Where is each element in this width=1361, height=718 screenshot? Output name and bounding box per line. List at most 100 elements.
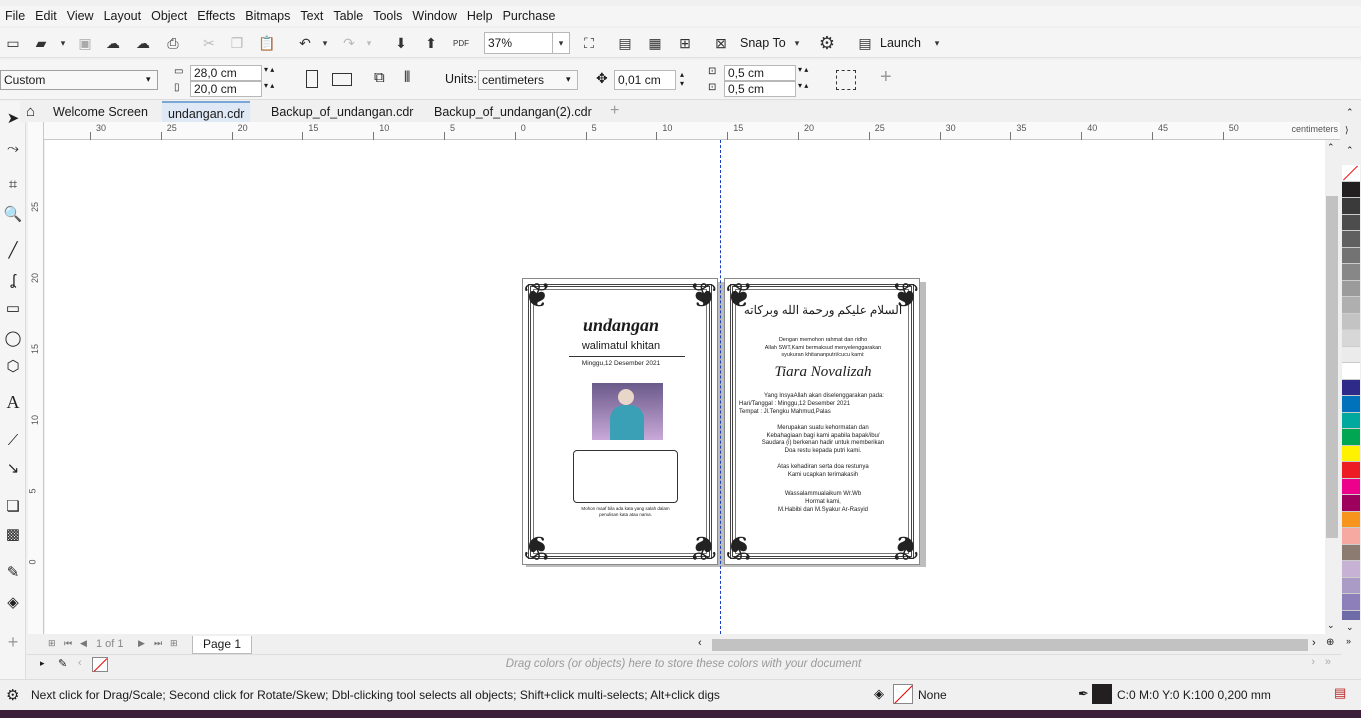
artistic-media-icon[interactable]: ʆ (2, 269, 24, 291)
cover-card[interactable]: ❦ ❦ ❦ ❦ undangan walimatul khitan Minggu… (522, 277, 718, 566)
palette-menu-icon[interactable]: ⟩ (1345, 125, 1349, 136)
redo-dropdown-icon[interactable]: ▾ (358, 32, 380, 54)
width-spinner-icon[interactable]: ▾ ▴ (264, 65, 274, 74)
inner-card[interactable]: ❦ ❦ ❦ ❦ السلام عليكم ورحمة الله وبركاته … (724, 277, 920, 566)
vertical-ruler[interactable]: 25 20 15 10 5 0 (28, 122, 44, 634)
horizontal-ruler[interactable]: 30 25 20 15 10 5 0 5 10 15 20 25 30 35 40 45 50 centimet… (44, 122, 1340, 140)
cloud-upload-icon[interactable]: ☁ (132, 32, 154, 54)
palette-swatch[interactable] (1342, 330, 1360, 347)
fill-swatch[interactable] (893, 684, 913, 704)
menu-window[interactable]: Window (407, 9, 461, 23)
document-palette[interactable]: ▸ ✎ ‹ Drag colors (or objects) here to s… (26, 654, 1341, 674)
dup-y-spinner-icon[interactable]: ▾ ▴ (798, 81, 808, 90)
export-icon[interactable]: ⬆ (420, 32, 442, 54)
zoom-navigator-icon[interactable]: ⊕ (1326, 637, 1334, 648)
freehand-tool-icon[interactable]: ╱ (2, 239, 24, 261)
polygon-tool-icon[interactable]: ⬡ (2, 355, 24, 377)
palette-scroll-up-icon[interactable]: ⌃ (1346, 145, 1354, 156)
paste-icon[interactable]: 📋 (256, 32, 278, 54)
customize-plus-icon[interactable]: + (2, 631, 24, 653)
drawing-canvas[interactable]: ❦ ❦ ❦ ❦ undangan walimatul khitan Minggu… (45, 140, 1325, 634)
zoom-level-input[interactable]: 37% (484, 32, 554, 54)
tab-backup-undangan[interactable]: Backup_of_undangan.cdr (265, 101, 419, 123)
menu-file[interactable]: File (0, 9, 30, 23)
snap-dropdown-icon[interactable]: ▾ (786, 32, 808, 54)
menu-effects[interactable]: Effects (192, 9, 240, 23)
palette-swatch[interactable] (1342, 594, 1360, 611)
last-page-icon[interactable]: ⏭ (154, 638, 162, 649)
interactive-fill-icon[interactable]: ◈ (2, 591, 24, 613)
new-tab-plus-icon[interactable]: + (610, 102, 619, 120)
no-color-swatch[interactable] (1342, 165, 1360, 182)
palette-swatch[interactable] (1342, 313, 1360, 330)
new-document-icon[interactable]: ▭ (2, 32, 24, 54)
menu-view[interactable]: View (62, 9, 99, 23)
palette-swatch[interactable] (1342, 198, 1360, 215)
duplicate-x-input[interactable]: 0,5 cm (724, 65, 796, 81)
add-page-before-icon[interactable]: ⊞ (48, 638, 56, 649)
palette-swatch[interactable] (1342, 561, 1360, 578)
palette-swatch[interactable] (1342, 264, 1360, 281)
scroll-down-icon[interactable]: ⌄ (1327, 620, 1335, 631)
doc-palette-end-icon[interactable]: » (1325, 656, 1331, 668)
cut-icon[interactable]: ✂ (198, 32, 220, 54)
palette-swatch[interactable] (1342, 429, 1360, 446)
palette-swatch[interactable] (1342, 445, 1360, 462)
portrait-icon[interactable] (306, 70, 318, 88)
tab-page-1[interactable]: Page 1 (192, 636, 253, 654)
undo-icon[interactable]: ↶ (294, 32, 316, 54)
palette-swatch[interactable] (1342, 396, 1360, 413)
outline-swatch[interactable] (1092, 684, 1112, 704)
all-pages-icon[interactable]: ⧉ (374, 69, 385, 86)
menu-text[interactable]: Text (295, 9, 328, 23)
shape-tool-icon[interactable]: ⤳ (2, 137, 24, 159)
color-proofing-icon[interactable]: ▤ (1334, 685, 1346, 701)
guidelines-icon[interactable]: ⊞ (674, 32, 696, 54)
menu-edit[interactable]: Edit (30, 9, 62, 23)
add-preset-plus-icon[interactable]: + (880, 66, 892, 89)
palette-expand-icon[interactable]: » (1346, 636, 1351, 646)
status-gear-icon[interactable]: ⚙ (6, 686, 19, 704)
current-page-icon[interactable]: ⫴ (404, 69, 410, 86)
drop-shadow-icon[interactable]: ❏ (2, 495, 24, 517)
page-width-input[interactable]: 28,0 cm (190, 65, 262, 81)
redo-icon[interactable]: ↷ (338, 32, 360, 54)
palette-swatch[interactable] (1342, 379, 1360, 396)
tab-undangan[interactable]: undangan.cdr (162, 101, 251, 123)
vertical-guideline[interactable] (720, 140, 721, 634)
grid-icon[interactable]: ▦ (644, 32, 666, 54)
options-gear-icon[interactable]: ⚙ (816, 32, 838, 54)
save-icon[interactable]: ▣ (74, 32, 96, 54)
text-tool-icon[interactable]: A (2, 391, 24, 413)
nudge-spinner-icon[interactable]: ▴ ▾ (680, 70, 684, 88)
vertical-scrollbar[interactable]: ⌃ ⌄ (1325, 140, 1339, 634)
full-screen-icon[interactable]: ⛶ (578, 32, 600, 54)
palette-swatch[interactable] (1342, 280, 1360, 297)
copy-icon[interactable]: ❐ (226, 32, 248, 54)
horizontal-scrollbar[interactable]: ‹ › ⊕ (694, 636, 1340, 654)
palette-swatch[interactable] (1342, 346, 1360, 363)
horizontal-scroll-thumb[interactable] (712, 639, 1308, 651)
scroll-right-icon[interactable]: › (1312, 637, 1316, 649)
undo-dropdown-icon[interactable]: ▾ (314, 32, 336, 54)
palette-swatch[interactable] (1342, 544, 1360, 561)
cloud-download-icon[interactable]: ☁ (102, 32, 124, 54)
menu-tools[interactable]: Tools (368, 9, 407, 23)
launch-button[interactable]: Launch (880, 36, 921, 50)
vertical-scroll-thumb[interactable] (1326, 196, 1338, 538)
pdf-icon[interactable]: PDF (450, 32, 472, 54)
launch-dropdown-icon[interactable]: ▾ (926, 32, 948, 54)
menu-object[interactable]: Object (146, 9, 192, 23)
print-icon[interactable]: ⎙ (162, 32, 184, 54)
palette-down-icon[interactable]: ⌄ (1346, 622, 1354, 633)
rulers-icon[interactable]: ▤ (614, 32, 636, 54)
menu-bitmaps[interactable]: Bitmaps (240, 9, 295, 23)
tab-backup-undangan-2[interactable]: Backup_of_undangan(2).cdr (428, 101, 598, 123)
palette-swatch[interactable] (1342, 231, 1360, 248)
palette-up-icon[interactable]: ⌃ (1346, 107, 1354, 118)
page-height-input[interactable]: 20,0 cm (190, 81, 262, 97)
scroll-left-icon[interactable]: ‹ (698, 637, 702, 649)
snap-to-button[interactable]: Snap To (740, 36, 786, 50)
child-photo[interactable] (592, 383, 663, 440)
landscape-icon[interactable] (332, 73, 352, 86)
